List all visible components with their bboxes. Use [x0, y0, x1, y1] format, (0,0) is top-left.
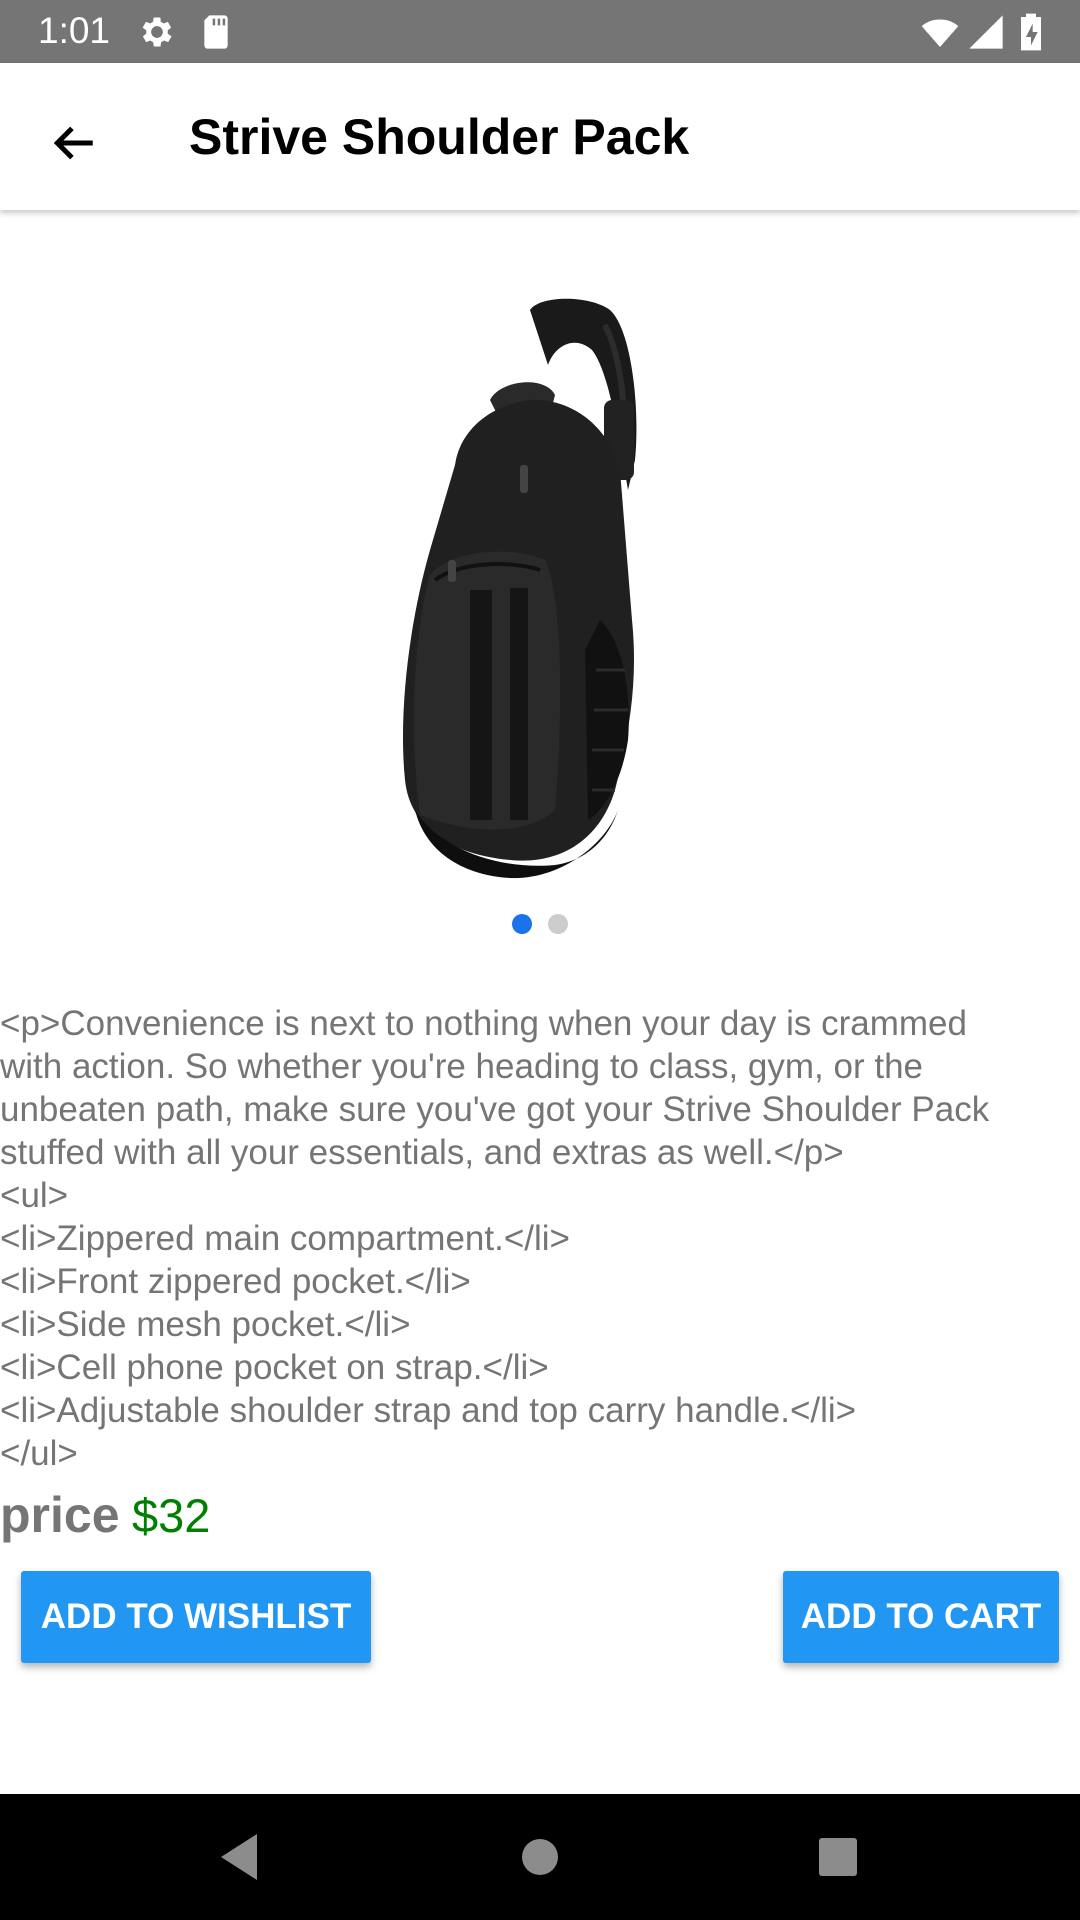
carousel-dot[interactable]: [548, 914, 568, 934]
system-nav-bar: [0, 1794, 1080, 1920]
arrow-back-icon: [49, 118, 99, 173]
description-line: <li>Front zippered pocket.</li>: [0, 1262, 471, 1301]
description-line: unbeaten path, make sure you've got your…: [0, 1090, 990, 1129]
description-line: <li>Cell phone pocket on strap.</li>: [0, 1348, 549, 1387]
price-value: $32: [131, 1489, 211, 1542]
battery-charging-icon: [1016, 12, 1046, 52]
app-bar: Strive Shoulder Pack: [0, 63, 1080, 210]
price-row: price $32: [0, 1486, 210, 1546]
wifi-icon: [920, 12, 960, 52]
nav-home-icon[interactable]: [505, 1822, 575, 1892]
product-image: [402, 298, 637, 879]
carousel-dot-active[interactable]: [512, 914, 532, 934]
description-line: <li>Side mesh pocket.</li>: [0, 1305, 411, 1344]
description-line: <p>Convenience is next to nothing when y…: [0, 1004, 967, 1043]
page-title: Strive Shoulder Pack: [189, 109, 690, 165]
back-button[interactable]: [32, 103, 116, 187]
description-line: <ul>: [0, 1176, 69, 1215]
add-to-wishlist-button[interactable]: ADD TO WISHLIST: [21, 1571, 371, 1663]
status-time: 1:01: [38, 10, 111, 51]
description-line: with action. So whether you're heading t…: [0, 1047, 924, 1086]
description-line: <li>Adjustable shoulder strap and top ca…: [0, 1391, 857, 1430]
status-bar: 1:01: [0, 0, 1080, 63]
description-line: </ul>: [0, 1434, 78, 1473]
product-description: <p>Convenience is next to nothing when y…: [0, 1002, 1080, 1475]
add-to-cart-button[interactable]: ADD TO CART: [783, 1571, 1059, 1663]
sd-card-icon: [196, 12, 236, 52]
cell-signal-icon: [966, 12, 1006, 52]
description-line: <li>Zippered main compartment.</li>: [0, 1219, 570, 1258]
product-image-carousel[interactable]: [0, 210, 1080, 950]
price-label: price: [0, 1487, 120, 1543]
carousel-pagination: [0, 904, 1080, 944]
gear-icon: [137, 12, 177, 52]
nav-back-icon[interactable]: [204, 1822, 274, 1892]
nav-recents-icon[interactable]: [803, 1822, 873, 1892]
description-line: stuffed with all your essentials, and ex…: [0, 1133, 844, 1172]
